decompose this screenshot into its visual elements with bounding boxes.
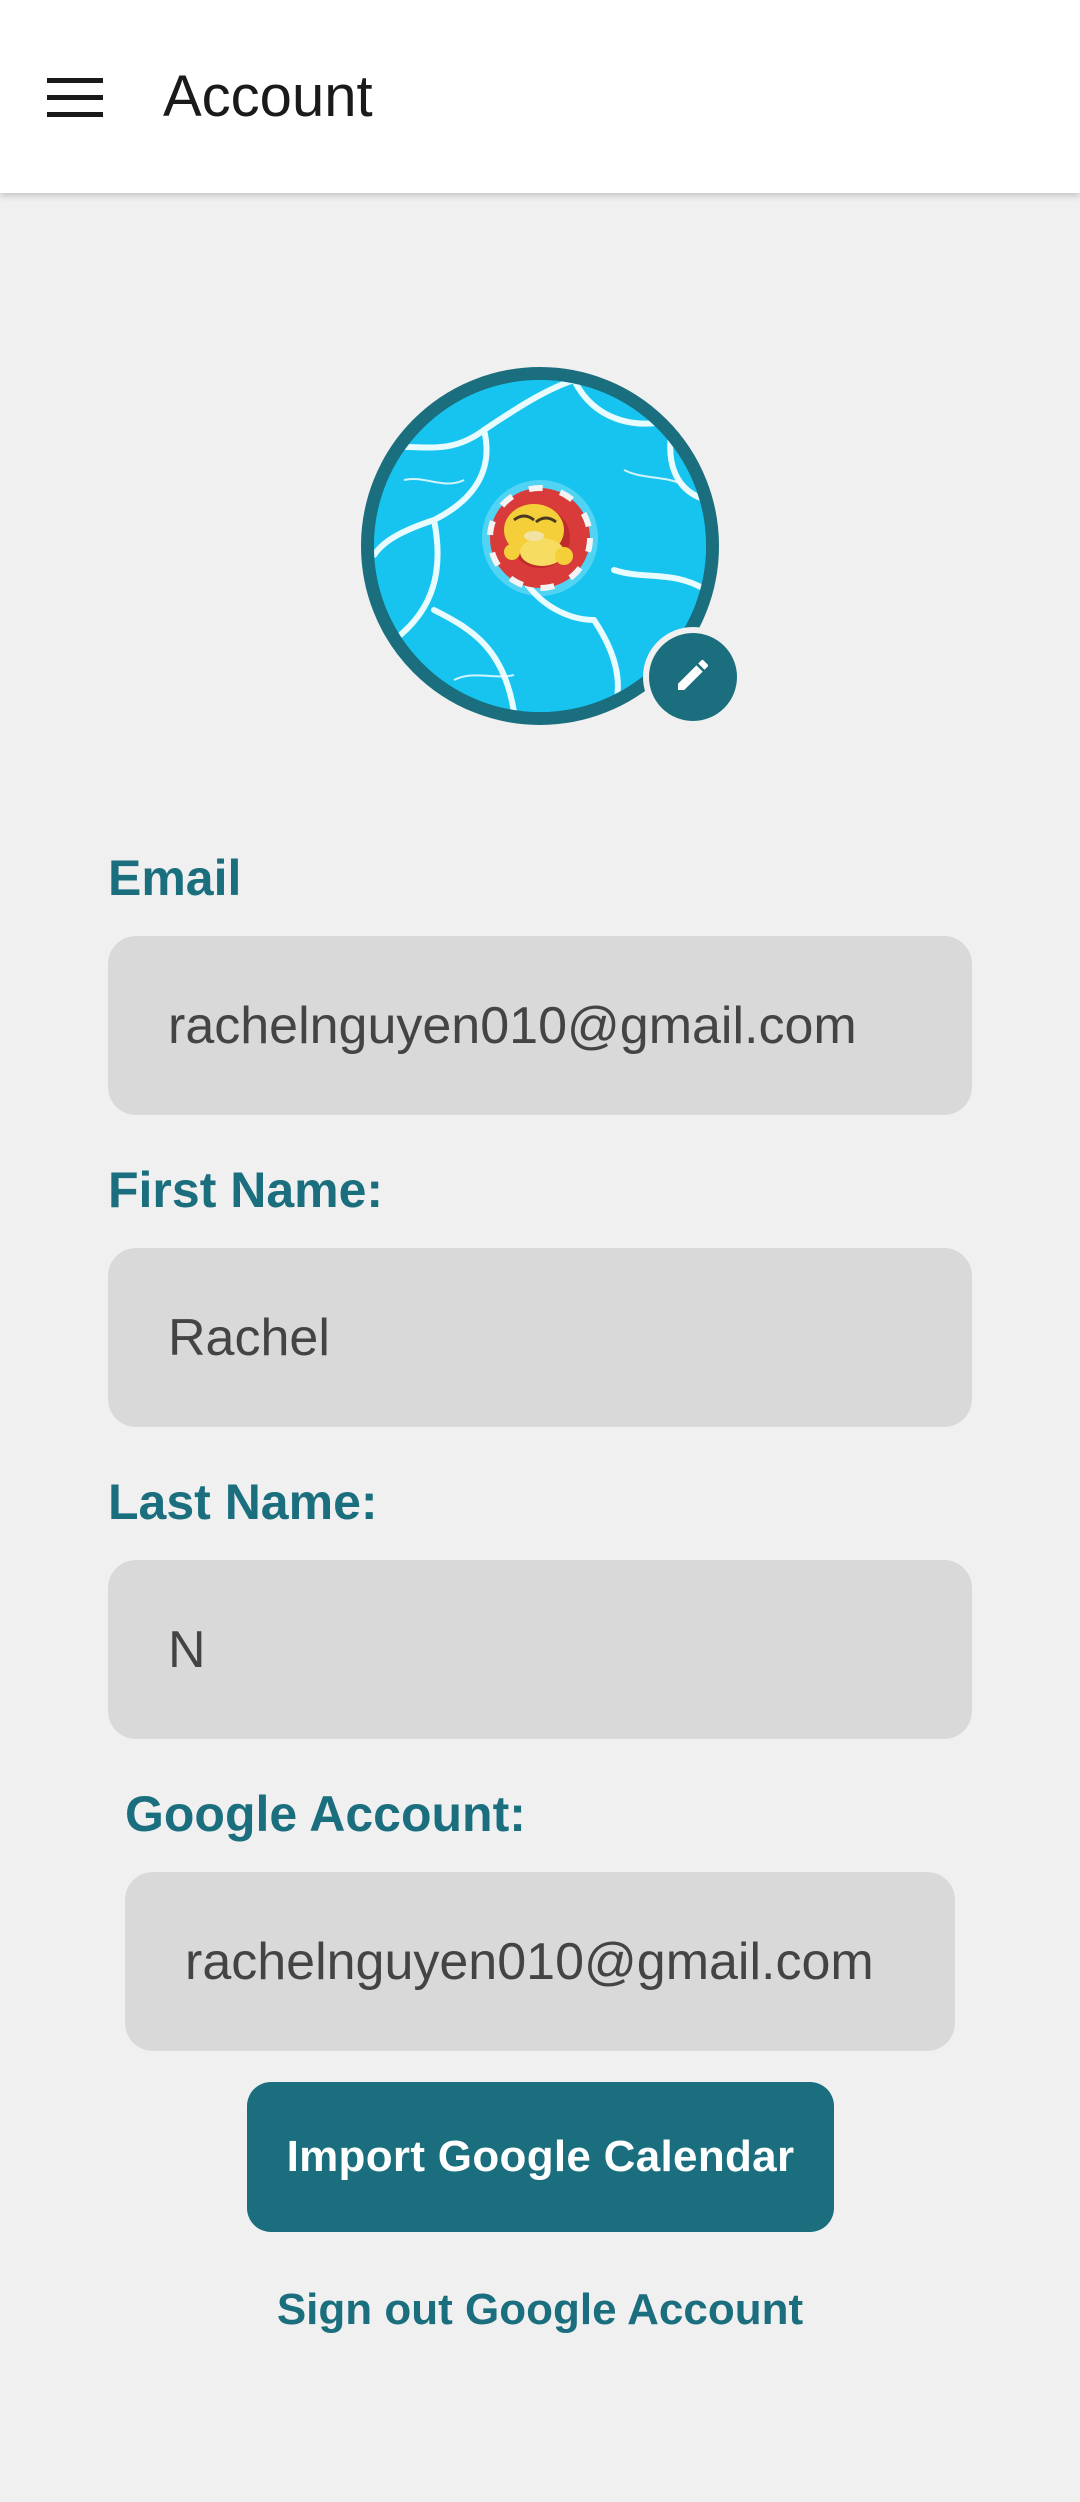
hamburger-menu-icon (47, 78, 103, 118)
first-name-field[interactable]: Rachel (108, 1248, 972, 1427)
google-account-field: rachelnguyen010@gmail.com (125, 1872, 955, 2051)
email-label: Email (108, 850, 242, 906)
edit-avatar-button[interactable] (643, 627, 743, 727)
email-field[interactable]: rachelnguyen010@gmail.com (108, 936, 972, 1115)
import-google-calendar-button[interactable]: Import Google Calendar (247, 2082, 834, 2232)
last-name-value: N (168, 1620, 206, 1679)
pencil-icon (673, 655, 713, 700)
page-title: Account (163, 64, 373, 129)
sign-out-google-account-link[interactable]: Sign out Google Account (0, 2282, 1080, 2338)
google-account-label: Google Account: (125, 1786, 526, 1842)
last-name-label: Last Name: (108, 1474, 378, 1530)
import-google-calendar-label: Import Google Calendar (286, 2132, 795, 2181)
app-bar: Account (0, 0, 1080, 193)
first-name-label: First Name: (108, 1162, 384, 1218)
menu-button[interactable] (30, 58, 120, 138)
first-name-value: Rachel (168, 1308, 330, 1367)
last-name-field[interactable]: N (108, 1560, 972, 1739)
google-account-value: rachelnguyen010@gmail.com (185, 1932, 874, 1991)
email-value: rachelnguyen010@gmail.com (168, 996, 857, 1055)
profile-avatar-section (361, 367, 743, 727)
